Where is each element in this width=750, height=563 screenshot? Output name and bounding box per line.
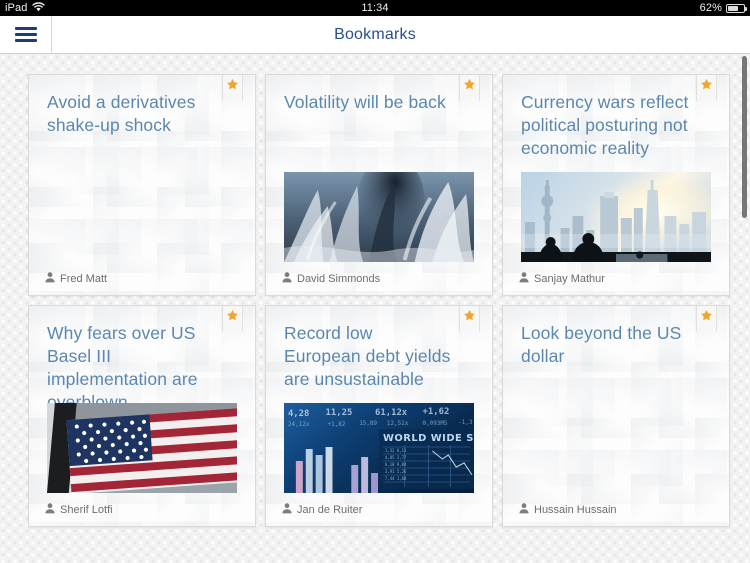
star-icon <box>700 78 713 96</box>
card-thumbnail <box>47 403 237 493</box>
bookmark-card[interactable]: Record low European debt yields are unsu… <box>265 305 493 527</box>
star-icon <box>226 78 239 96</box>
card-byline: Jan de Ruiter <box>282 503 362 517</box>
battery-percent-label: 62% <box>699 2 722 14</box>
hamburger-bar <box>14 33 37 36</box>
card-author-name: Fred Matt <box>60 273 108 285</box>
star-icon <box>463 78 476 96</box>
svg-text:6,18 9,04: 6,18 9,04 <box>385 462 407 467</box>
svg-text:0,093M5: 0,093M5 <box>423 420 448 427</box>
wifi-icon <box>32 1 46 15</box>
svg-text:4,28: 4,28 <box>288 409 309 419</box>
card-author-name: Jan de Ruiter <box>297 504 363 516</box>
card-thumbnail <box>521 172 711 262</box>
svg-text:WORLD WIDE STOC: WORLD WIDE STOC <box>383 433 474 444</box>
battery-icon <box>726 3 747 13</box>
hamburger-menu-button[interactable] <box>0 16 52 53</box>
bookmark-card[interactable]: Avoid a derivatives shake-up shock Fred … <box>28 74 256 296</box>
card-title: Volatility will be back <box>284 92 446 112</box>
svg-text:1,32 8,11: 1,32 8,11 <box>385 448 407 453</box>
svg-text:11,25: 11,25 <box>326 408 353 418</box>
person-icon <box>45 272 55 286</box>
svg-text:+1,62: +1,62 <box>423 407 450 417</box>
bookmark-card[interactable]: Volatility will be back David Simmonds <box>265 74 493 296</box>
svg-text:7,44 1,68: 7,44 1,68 <box>385 476 407 481</box>
card-byline: Fred Matt <box>45 272 107 286</box>
scrollbar-thumb[interactable] <box>742 56 747 218</box>
card-title: Why fears over US Basel III implementati… <box>47 323 198 412</box>
svg-text:-1,3: -1,3 <box>458 419 473 426</box>
card-thumbnail <box>284 172 474 262</box>
card-byline: David Simmonds <box>282 272 380 286</box>
star-icon <box>700 309 713 327</box>
person-icon <box>282 503 292 517</box>
page-title: Bookmarks <box>334 25 416 43</box>
status-bar: iPad 11:34 62% <box>0 0 750 16</box>
svg-text:3,91 5,26: 3,91 5,26 <box>385 469 407 474</box>
bookmark-card[interactable]: Currency wars reflect political posturin… <box>502 74 730 296</box>
card-author-name: Hussain Hussain <box>534 504 617 516</box>
card-author-name: Sherif Lotfi <box>60 504 113 516</box>
svg-text:+1,82: +1,82 <box>328 421 346 428</box>
card-thumbnail: 4,28 11,25 61,12x +1,62 24,12x +1,82 15,89 12,… <box>284 403 474 493</box>
card-byline: Sherif Lotfi <box>45 503 113 517</box>
card-author-name: Sanjay Mathur <box>534 273 605 285</box>
card-byline: Hussain Hussain <box>519 503 617 517</box>
hamburger-menu-icon <box>14 24 37 45</box>
status-bar-right: 62% <box>699 2 747 14</box>
carrier-label: iPad <box>5 1 28 14</box>
star-icon <box>463 309 476 327</box>
person-icon <box>519 503 529 517</box>
navigation-bar: Bookmarks <box>0 16 750 54</box>
svg-text:15,89: 15,89 <box>359 420 377 427</box>
person-icon <box>519 272 529 286</box>
status-bar-left: iPad <box>5 1 46 15</box>
svg-text:4,05 2,77: 4,05 2,77 <box>385 455 407 460</box>
svg-text:24,12x: 24,12x <box>288 421 310 428</box>
card-title: Record low European debt yields are unsu… <box>284 323 451 390</box>
star-icon <box>226 309 239 327</box>
svg-text:61,12x: 61,12x <box>375 408 408 418</box>
battery-fill <box>728 5 739 11</box>
status-bar-clock: 11:34 <box>361 2 389 14</box>
person-icon <box>45 503 55 517</box>
card-author-name: David Simmonds <box>297 273 381 285</box>
hamburger-bar <box>14 27 37 30</box>
card-title: Look beyond the US dollar <box>521 323 682 367</box>
bookmark-card[interactable]: Look beyond the US dollar Hussain Hussai… <box>502 305 730 527</box>
person-icon <box>282 272 292 286</box>
card-title: Currency wars reflect political posturin… <box>521 92 689 159</box>
card-byline: Sanjay Mathur <box>519 272 605 286</box>
card-title: Avoid a derivatives shake-up shock <box>47 92 196 136</box>
bookmark-card[interactable]: Why fears over US Basel III implementati… <box>28 305 256 527</box>
bookmarks-content-area: Avoid a derivatives shake-up shock Fred … <box>0 54 750 563</box>
svg-text:12,51x: 12,51x <box>387 420 409 427</box>
hamburger-bar <box>14 39 37 42</box>
bookmarks-grid: Avoid a derivatives shake-up shock Fred … <box>0 54 750 527</box>
